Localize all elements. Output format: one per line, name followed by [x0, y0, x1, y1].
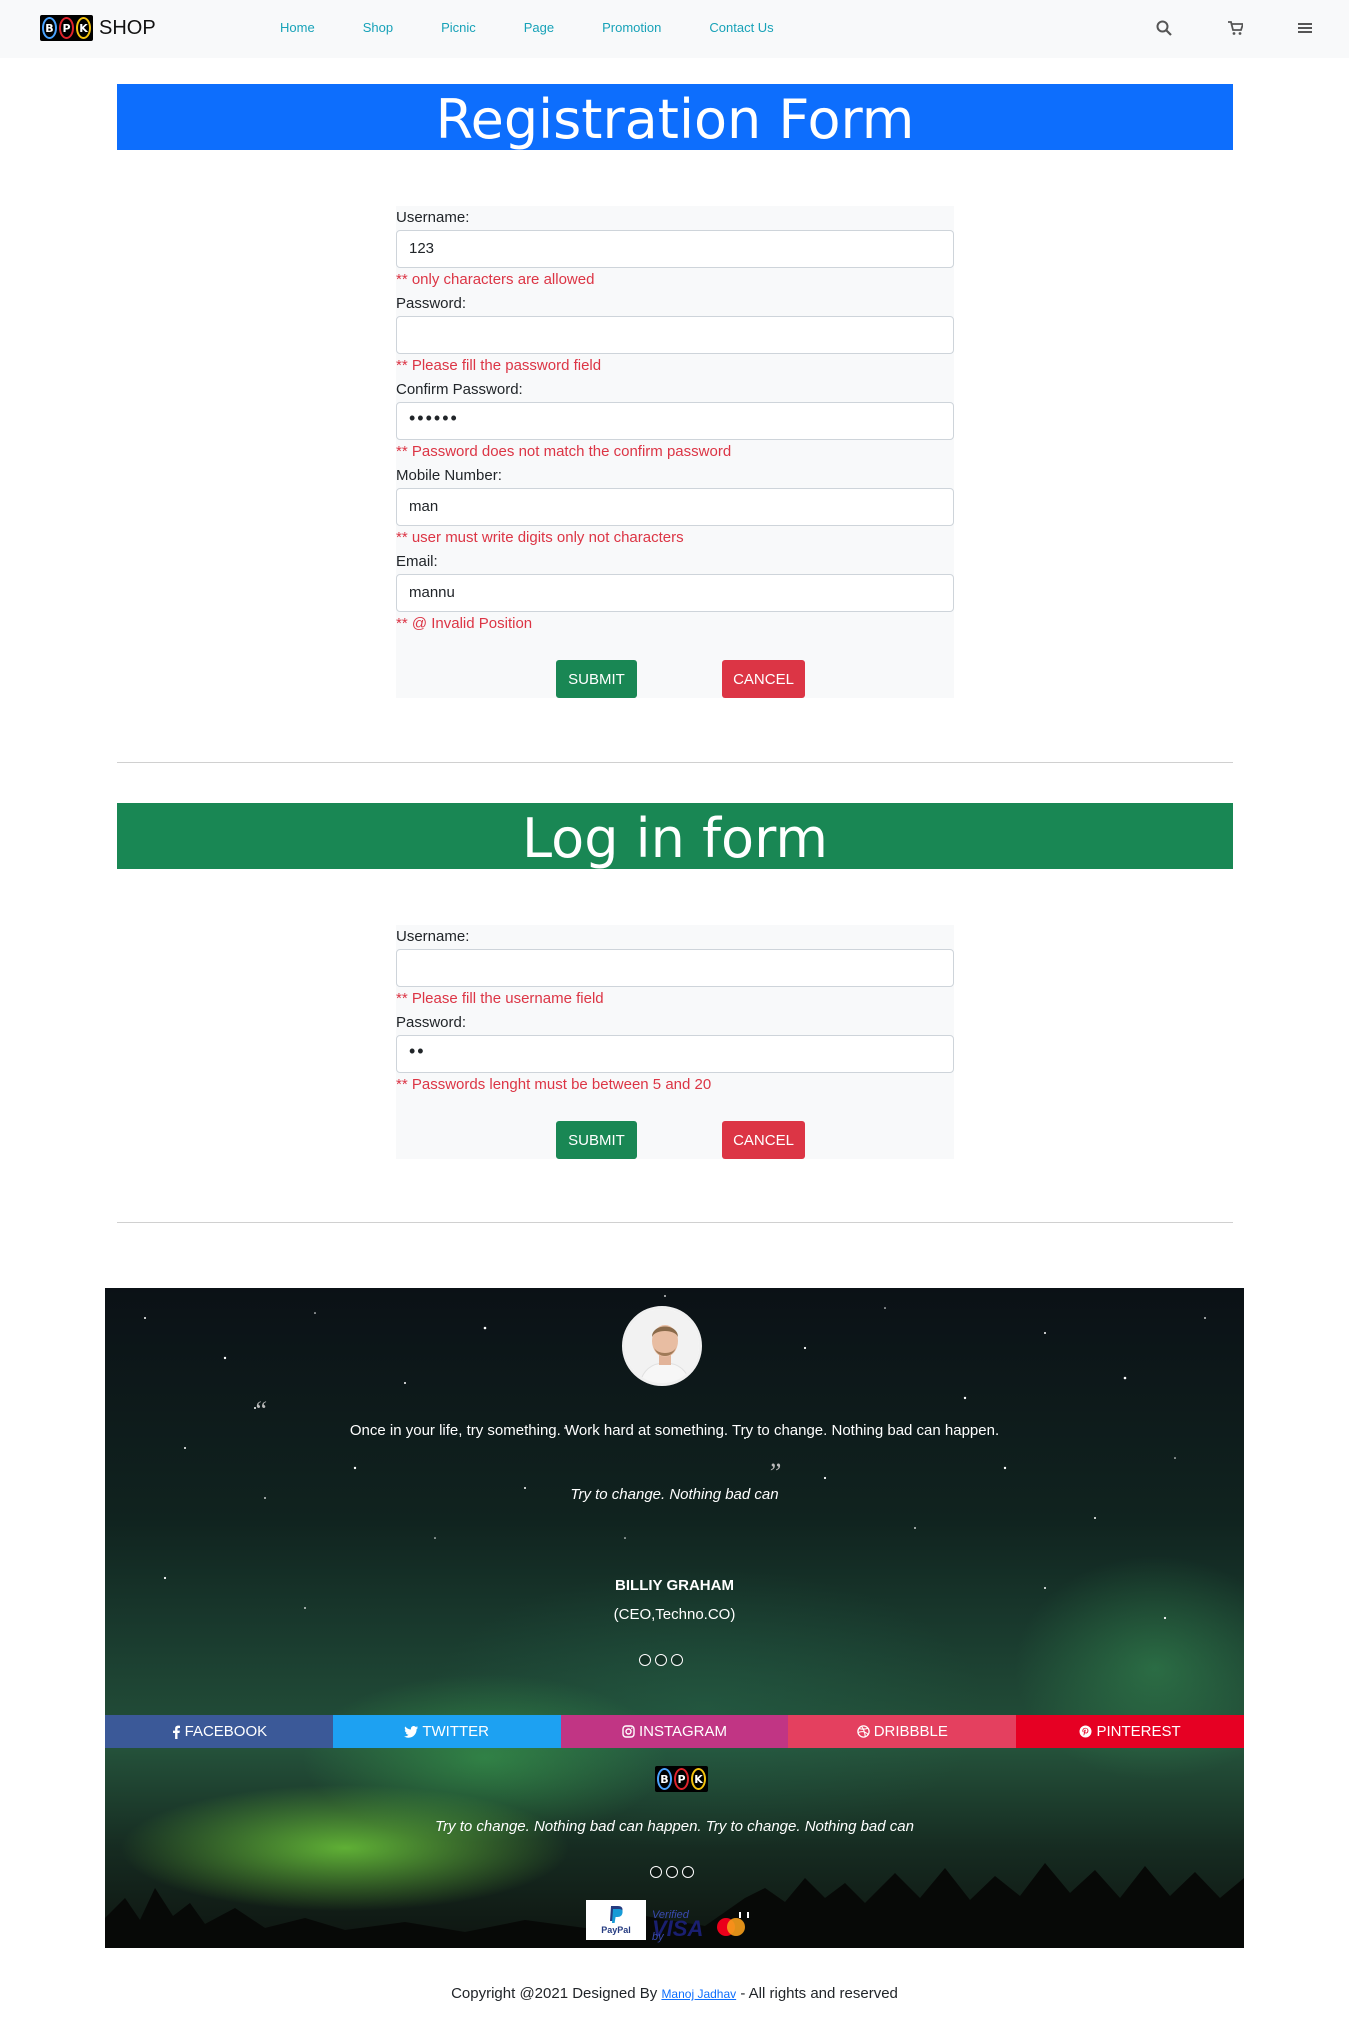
nav-links: Home Shop Picnic Page Promotion Contact …: [280, 20, 822, 35]
visa-verified-label: Verified by: [652, 1909, 689, 1943]
logo-letter: P: [59, 17, 74, 39]
username-input[interactable]: 123: [396, 230, 954, 268]
password-input[interactable]: [396, 316, 954, 354]
registration-title: Registration Form: [117, 84, 1233, 150]
login-username-error: ** Please fill the username field: [396, 990, 604, 1007]
carousel-dot[interactable]: [671, 1654, 683, 1666]
dribbble-icon: [856, 1725, 870, 1738]
footer-logo: B P K: [655, 1766, 708, 1792]
twitter-link[interactable]: TWITTER: [332, 1715, 561, 1748]
carousel-dot[interactable]: [650, 1866, 662, 1878]
carousel-dot[interactable]: [639, 1654, 651, 1666]
registration-cancel-button[interactable]: CANCEL: [722, 660, 805, 698]
logo-letter: P: [674, 1768, 689, 1790]
password-label: Password:: [396, 295, 467, 312]
cart-icon[interactable]: [1227, 20, 1245, 38]
divider: [117, 1222, 1233, 1223]
instagram-label: INSTAGRAM: [638, 1723, 728, 1740]
facebook-link[interactable]: FACEBOOK: [105, 1715, 333, 1748]
author-link[interactable]: Manoj Jadhav: [661, 1987, 736, 2001]
testimonial-name: BILLIY GRAHAM: [615, 1577, 734, 1594]
email-label: Email:: [396, 553, 438, 570]
login-username-input[interactable]: [396, 949, 954, 987]
confirm-password-label: Confirm Password:: [396, 381, 523, 398]
testimonial-role: (CEO,Techno.CO): [613, 1606, 736, 1623]
testimonial-section: “ Once in your life, try something. Work…: [105, 1288, 1244, 1948]
facebook-icon: [172, 1725, 180, 1739]
carousel-dot[interactable]: [682, 1866, 694, 1878]
carousel-dot[interactable]: [655, 1654, 667, 1666]
login-form: Username: ** Please fill the username fi…: [396, 925, 954, 1159]
payment-methods: PayPal Verified by VISA: [586, 1900, 753, 1943]
brand-text: SHOP: [99, 16, 156, 39]
testimonial-subquote: Try to change. Nothing bad can: [570, 1486, 779, 1503]
brand-logo: B P K: [40, 15, 93, 41]
login-password-error: ** Passwords lenght must be between 5 an…: [396, 1076, 712, 1093]
pinterest-icon: [1079, 1725, 1092, 1738]
copyright: Copyright @2021 Designed By Manoj Jadhav…: [0, 1985, 1349, 2002]
instagram-link[interactable]: INSTAGRAM: [560, 1715, 789, 1748]
logo-letter: K: [76, 17, 91, 39]
mobile-error: ** user must write digits only not chara…: [396, 529, 684, 546]
dribbble-link[interactable]: DRIBBBLE: [788, 1715, 1017, 1748]
login-username-label: Username:: [396, 928, 470, 945]
nav-link-shop[interactable]: Shop: [363, 20, 393, 35]
login-password-input[interactable]: ••: [396, 1035, 954, 1073]
mobile-input[interactable]: man: [396, 488, 954, 526]
carousel-indicators: [639, 1654, 683, 1666]
navbar: B P K SHOP Home Shop Picnic Page Promoti…: [0, 0, 1349, 58]
nav-link-picnic[interactable]: Picnic: [441, 20, 476, 35]
logo-letter: B: [42, 17, 57, 39]
paypal-badge: PayPal: [586, 1900, 646, 1940]
pinterest-label: PINTEREST: [1096, 1723, 1181, 1740]
brand[interactable]: B P K SHOP: [40, 15, 156, 41]
paypal-label: PayPal: [601, 1925, 631, 1935]
login-password-label: Password:: [396, 1014, 467, 1031]
email-error: ** @ Invalid Position: [396, 615, 533, 632]
email-input[interactable]: mannu: [396, 574, 954, 612]
avatar: [622, 1306, 702, 1386]
menu-icon[interactable]: [1297, 20, 1315, 38]
testimonial-quote: Once in your life, try something. Work h…: [349, 1422, 1000, 1439]
logo-letter: B: [657, 1768, 672, 1790]
twitter-label: TWITTER: [422, 1723, 490, 1740]
footer-carousel-indicators: [650, 1866, 694, 1878]
confirm-password-input[interactable]: ••••••: [396, 402, 954, 440]
visa-badge: Verified by VISA: [652, 1909, 703, 1943]
logo-letter: K: [691, 1768, 706, 1790]
username-error: ** only characters are allowed: [396, 271, 595, 288]
social-bar: FACEBOOK TWITTER INSTAGRAM DRIBBBLE PINT…: [105, 1715, 1244, 1748]
login-submit-button[interactable]: SUBMIT: [556, 1121, 637, 1159]
confirm-password-error: ** Password does not match the confirm p…: [396, 443, 732, 460]
copyright-text: Copyright @2021 Designed By: [451, 1985, 662, 2002]
login-cancel-button[interactable]: CANCEL: [722, 1121, 805, 1159]
footer-tagline: Try to change. Nothing bad can happen. T…: [435, 1818, 914, 1835]
login-title: Log in form: [117, 803, 1233, 869]
mastercard-icon: [717, 1912, 750, 1936]
username-label: Username:: [396, 209, 470, 226]
instagram-icon: [622, 1725, 635, 1738]
mobile-label: Mobile Number:: [396, 467, 502, 484]
password-error: ** Please fill the password field: [396, 357, 602, 374]
dribbble-label: DRIBBBLE: [873, 1723, 948, 1740]
search-icon[interactable]: [1156, 20, 1174, 38]
copyright-suffix: - All rights and reserved: [736, 1985, 898, 2002]
facebook-label: FACEBOOK: [184, 1723, 268, 1740]
nav-link-home[interactable]: Home: [280, 20, 315, 35]
twitter-icon: [404, 1725, 419, 1738]
nav-link-contact[interactable]: Contact Us: [709, 20, 773, 35]
nav-link-page[interactable]: Page: [524, 20, 554, 35]
divider: [117, 762, 1233, 763]
nav-link-promotion[interactable]: Promotion: [602, 20, 661, 35]
paypal-icon: [610, 1906, 623, 1923]
registration-form: Username: 123 ** only characters are all…: [396, 206, 954, 698]
pinterest-link[interactable]: PINTEREST: [1016, 1715, 1244, 1748]
close-quote-icon: ”: [767, 1458, 782, 1487]
registration-submit-button[interactable]: SUBMIT: [556, 660, 637, 698]
carousel-dot[interactable]: [666, 1866, 678, 1878]
